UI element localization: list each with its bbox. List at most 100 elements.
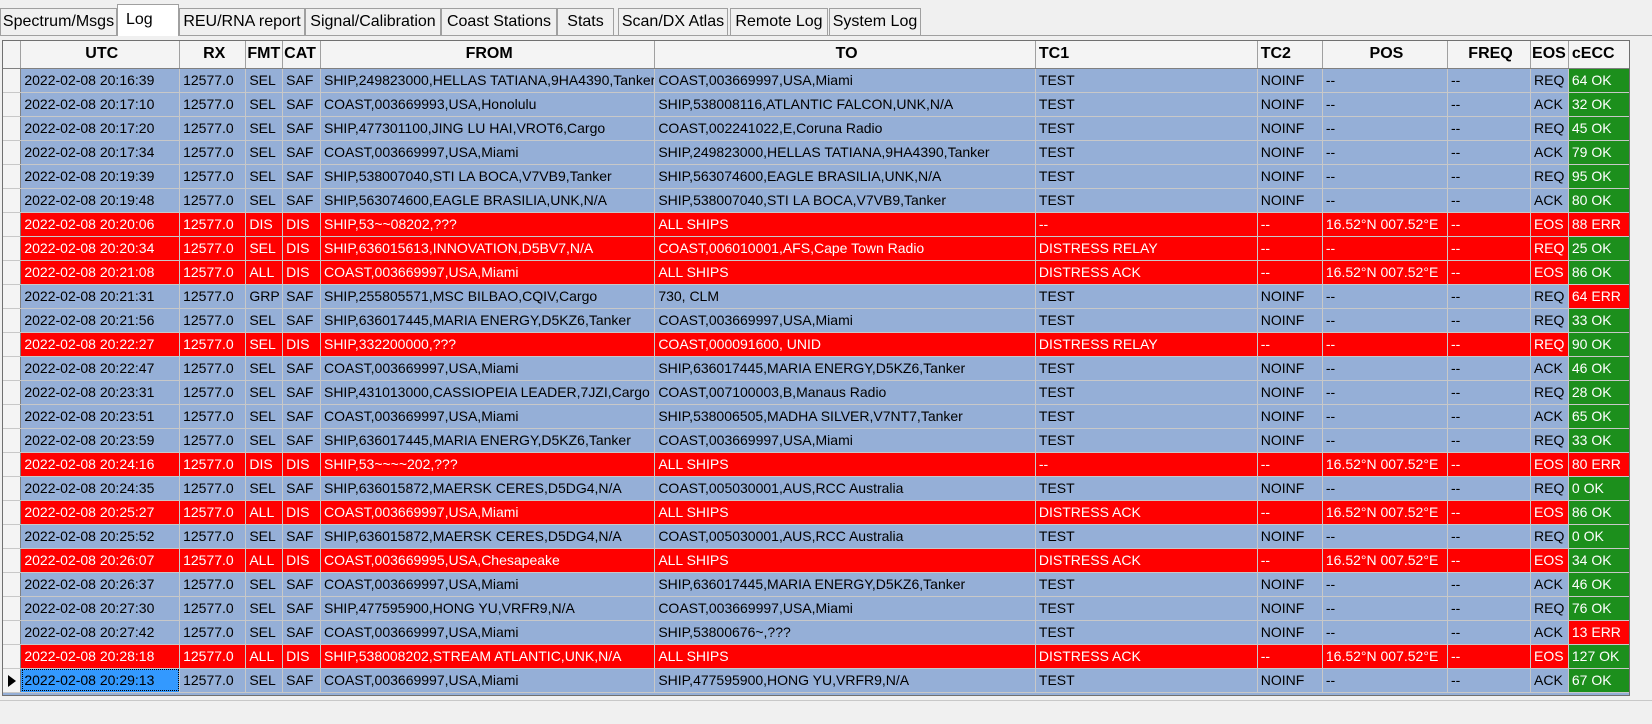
fmt-cell[interactable]: GRP [245, 284, 284, 309]
table-row[interactable]: 2022-02-08 20:29:13 12577.0 SEL SAF COAST,00… [3, 668, 1629, 693]
table-row[interactable]: 2022-02-08 20:16:39 12577.0 SEL SAF SHIP,249… [3, 68, 1629, 93]
row-selector[interactable] [3, 332, 22, 357]
pos-cell[interactable]: -- [1322, 188, 1449, 213]
row-selector[interactable] [3, 404, 22, 429]
tc2-cell[interactable]: -- [1257, 452, 1323, 477]
to-cell[interactable]: COAST,005030001,AUS,RCC Australia [654, 524, 1036, 549]
from-cell[interactable]: SHIP,255805571,MSC BILBAO,CQIV,Cargo [320, 284, 656, 309]
freq-cell[interactable]: -- [1447, 596, 1532, 621]
freq-cell[interactable]: -- [1447, 524, 1532, 549]
tc2-cell[interactable]: NOINF [1257, 68, 1323, 93]
cecc-cell[interactable]: 67 OK [1568, 668, 1629, 693]
cecc-cell[interactable]: 46 OK [1568, 572, 1629, 597]
fmt-cell[interactable]: SEL [245, 596, 284, 621]
cecc-cell[interactable]: 32 OK [1568, 92, 1629, 117]
tc2-cell[interactable]: -- [1257, 260, 1323, 285]
eos-cell[interactable]: REQ [1530, 164, 1569, 189]
eos-cell[interactable]: EOS [1530, 212, 1569, 237]
tc2-cell[interactable]: -- [1257, 332, 1323, 357]
pos-cell[interactable]: 16.52°N 007.52°E [1322, 212, 1449, 237]
fmt-cell[interactable]: SEL [245, 236, 284, 261]
pos-cell[interactable]: -- [1322, 668, 1449, 693]
pos-cell[interactable]: -- [1322, 596, 1449, 621]
table-row[interactable]: 2022-02-08 20:25:27 12577.0 ALL DIS COAST,00… [3, 500, 1629, 525]
cecc-cell[interactable]: 64 OK [1568, 68, 1629, 93]
tc2-cell[interactable]: NOINF [1257, 380, 1323, 405]
column-header-eos[interactable]: EOS [1530, 41, 1569, 69]
tc1-cell[interactable]: TEST [1035, 92, 1258, 117]
freq-cell[interactable]: -- [1447, 308, 1532, 333]
table-row[interactable]: 2022-02-08 20:26:07 12577.0 ALL DIS COAST,00… [3, 548, 1629, 573]
eos-cell[interactable]: ACK [1530, 620, 1569, 645]
cecc-cell[interactable]: 33 OK [1568, 308, 1629, 333]
from-cell[interactable]: SHIP,636015872,MAERSK CERES,D5DG4,N/A [320, 476, 656, 501]
tc2-cell[interactable]: NOINF [1257, 164, 1323, 189]
table-row[interactable]: 2022-02-08 20:17:34 12577.0 SEL SAF COAST,00… [3, 140, 1629, 165]
cecc-cell[interactable]: 76 OK [1568, 596, 1629, 621]
table-row[interactable]: 2022-02-08 20:27:30 12577.0 SEL SAF SHIP,477… [3, 596, 1629, 621]
cat-cell[interactable]: SAF [282, 116, 321, 141]
utc-cell[interactable]: 2022-02-08 20:26:07 [20, 548, 181, 573]
to-cell[interactable]: COAST,007100003,B,Manaus Radio [654, 380, 1036, 405]
rx-cell[interactable]: 12577.0 [179, 668, 247, 693]
to-cell[interactable]: ALL SHIPS [654, 548, 1036, 573]
rx-cell[interactable]: 12577.0 [179, 500, 247, 525]
cat-cell[interactable]: SAF [282, 92, 321, 117]
cat-cell[interactable]: SAF [282, 596, 321, 621]
eos-cell[interactable]: EOS [1530, 644, 1569, 669]
table-row[interactable]: 2022-02-08 20:27:42 12577.0 SEL SAF COAST,00… [3, 620, 1629, 645]
cecc-cell[interactable]: 28 OK [1568, 380, 1629, 405]
table-row[interactable]: 2022-02-08 20:20:06 12577.0 DIS DIS SHIP,53~… [3, 212, 1629, 237]
row-selector[interactable] [3, 380, 22, 405]
tc1-cell[interactable]: TEST [1035, 164, 1258, 189]
row-selector[interactable] [3, 596, 22, 621]
utc-cell[interactable]: 2022-02-08 20:28:18 [20, 644, 181, 669]
cecc-cell[interactable]: 90 OK [1568, 332, 1629, 357]
rx-cell[interactable]: 12577.0 [179, 548, 247, 573]
rx-cell[interactable]: 12577.0 [179, 404, 247, 429]
pos-cell[interactable]: -- [1322, 476, 1449, 501]
cecc-cell[interactable]: 86 OK [1568, 500, 1629, 525]
freq-cell[interactable]: -- [1447, 188, 1532, 213]
from-cell[interactable]: SHIP,636015613,INNOVATION,D5BV7,N/A [320, 236, 656, 261]
freq-cell[interactable]: -- [1447, 68, 1532, 93]
freq-cell[interactable]: -- [1447, 476, 1532, 501]
rx-cell[interactable]: 12577.0 [179, 476, 247, 501]
utc-cell[interactable]: 2022-02-08 20:23:31 [20, 380, 181, 405]
pos-cell[interactable]: -- [1322, 404, 1449, 429]
to-cell[interactable]: ALL SHIPS [654, 500, 1036, 525]
table-row[interactable]: 2022-02-08 20:19:39 12577.0 SEL SAF SHIP,538… [3, 164, 1629, 189]
cecc-cell[interactable]: 80 OK [1568, 188, 1629, 213]
freq-cell[interactable]: -- [1447, 164, 1532, 189]
eos-cell[interactable]: REQ [1530, 284, 1569, 309]
rx-cell[interactable]: 12577.0 [179, 212, 247, 237]
pos-cell[interactable]: 16.52°N 007.52°E [1322, 260, 1449, 285]
row-selector[interactable] [3, 548, 22, 573]
tc2-cell[interactable]: -- [1257, 548, 1323, 573]
utc-cell[interactable]: 2022-02-08 20:19:48 [20, 188, 181, 213]
tab-log[interactable]: Log [117, 4, 179, 36]
pos-cell[interactable]: -- [1322, 68, 1449, 93]
fmt-cell[interactable]: SEL [245, 668, 284, 693]
pos-cell[interactable]: -- [1322, 524, 1449, 549]
row-selector[interactable] [3, 188, 22, 213]
cecc-cell[interactable]: 127 OK [1568, 644, 1629, 669]
rx-cell[interactable]: 12577.0 [179, 140, 247, 165]
row-selector[interactable] [3, 620, 22, 645]
eos-cell[interactable]: REQ [1530, 236, 1569, 261]
cat-cell[interactable]: DIS [282, 548, 321, 573]
tc2-cell[interactable]: -- [1257, 500, 1323, 525]
row-selector[interactable] [3, 668, 22, 693]
cat-cell[interactable]: DIS [282, 260, 321, 285]
tc2-cell[interactable]: NOINF [1257, 140, 1323, 165]
tc1-cell[interactable]: TEST [1035, 356, 1258, 381]
tab-scan-dx-atlas[interactable]: Scan/DX Atlas [618, 8, 728, 35]
from-cell[interactable]: SHIP,563074600,EAGLE BRASILIA,UNK,N/A [320, 188, 656, 213]
pos-cell[interactable]: -- [1322, 356, 1449, 381]
to-cell[interactable]: COAST,000091600, UNID [654, 332, 1036, 357]
cat-cell[interactable]: DIS [282, 452, 321, 477]
tc2-cell[interactable]: NOINF [1257, 476, 1323, 501]
utc-cell[interactable]: 2022-02-08 20:17:20 [20, 116, 181, 141]
rx-cell[interactable]: 12577.0 [179, 308, 247, 333]
eos-cell[interactable]: ACK [1530, 572, 1569, 597]
